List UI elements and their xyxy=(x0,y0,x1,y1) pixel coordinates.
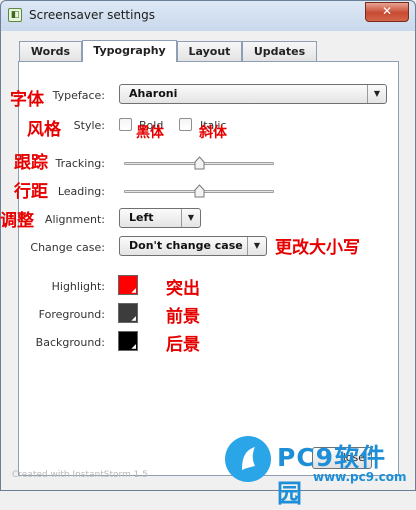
change-case-label: Change case: xyxy=(30,241,105,254)
highlight-color-swatch[interactable]: ◢ xyxy=(118,275,138,295)
highlight-label: Highlight: xyxy=(51,280,105,293)
background-color-swatch[interactable]: ◢ xyxy=(118,331,138,351)
chevron-down-icon: ▼ xyxy=(181,209,200,227)
foreground-label: Foreground: xyxy=(38,308,105,321)
app-icon: ◧ xyxy=(8,8,22,22)
annotation-highlight: 突出 xyxy=(166,279,200,299)
credit-text: Created with InstantStorm 1.5 xyxy=(12,470,148,480)
chevron-down-icon: ▼ xyxy=(247,237,266,255)
chevron-down-icon: ▼ xyxy=(367,85,386,103)
change-case-select[interactable]: Don't change case ▼ xyxy=(119,236,267,256)
alignment-label: Alignment: xyxy=(44,213,105,226)
corner-triangle-icon: ◢ xyxy=(131,343,136,350)
corner-triangle-icon: ◢ xyxy=(131,287,136,294)
italic-checkbox[interactable] xyxy=(179,118,192,131)
annotation-foreground: 前景 xyxy=(166,307,200,327)
title-bar: ◧ Screensaver settings ✕ xyxy=(1,1,415,31)
watermark: PC9软件园 www.pc9.com xyxy=(225,436,411,508)
annotation-tracking: 跟踪 xyxy=(14,153,48,173)
watermark-url: www.pc9.com xyxy=(313,470,407,484)
tab-words[interactable]: Words xyxy=(19,41,82,61)
annotation-bold: 黑体 xyxy=(136,125,164,141)
brand-logo-icon xyxy=(225,436,271,482)
alignment-select-value: Left xyxy=(129,211,154,224)
brand-logo-mark xyxy=(226,437,270,481)
tab-layout[interactable]: Layout xyxy=(177,41,242,61)
foreground-color-swatch[interactable]: ◢ xyxy=(118,303,138,323)
tab-typography[interactable]: Typography xyxy=(82,40,177,62)
annotation-background: 后景 xyxy=(166,335,200,355)
corner-triangle-icon: ◢ xyxy=(131,315,136,322)
tracking-slider-thumb[interactable] xyxy=(194,156,205,170)
annotation-alignment: 调整 xyxy=(0,211,34,231)
typeface-select-value: Aharoni xyxy=(129,87,178,100)
background-label: Background: xyxy=(35,336,105,349)
typeface-select[interactable]: Aharoni ▼ xyxy=(119,84,387,104)
close-button[interactable]: ✕ xyxy=(365,2,409,22)
annotation-style: 风格 xyxy=(27,120,61,140)
window-title: Screensaver settings xyxy=(29,8,155,22)
change-case-select-value: Don't change case xyxy=(129,239,243,252)
leading-slider-thumb[interactable] xyxy=(194,184,205,198)
alignment-select[interactable]: Left ▼ xyxy=(119,208,201,228)
annotation-typeface: 字体 xyxy=(10,90,44,110)
tab-updates[interactable]: Updates xyxy=(242,41,317,61)
annotation-change-case: 更改大小写 xyxy=(275,238,360,258)
annotation-italic: 斜体 xyxy=(199,125,227,141)
bold-checkbox[interactable] xyxy=(119,118,132,131)
annotation-leading: 行距 xyxy=(14,182,48,202)
